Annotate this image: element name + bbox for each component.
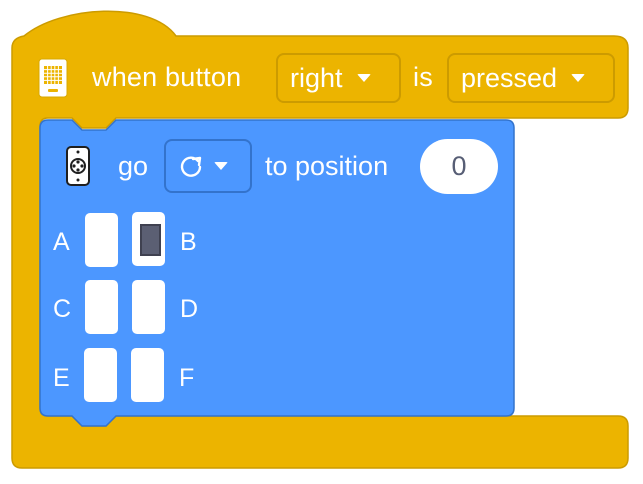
port-label-b: B (180, 228, 197, 256)
chevron-down-icon (214, 162, 228, 170)
port-label-a: A (53, 228, 70, 256)
position-value: 0 (451, 151, 467, 181)
clockwise-arrow-icon (178, 153, 204, 179)
port-b-selected-indicator (140, 224, 161, 256)
position-input[interactable]: 0 (420, 139, 498, 194)
port-label-e: E (53, 364, 70, 392)
port-e-toggle[interactable] (84, 348, 117, 402)
port-d-toggle[interactable] (132, 280, 165, 334)
port-b-toggle[interactable] (132, 212, 165, 266)
motor-icon (66, 146, 90, 186)
port-c-toggle[interactable] (85, 280, 118, 334)
port-label-c: C (53, 295, 72, 323)
port-a-toggle[interactable] (85, 213, 118, 267)
port-label-f: F (179, 364, 195, 392)
go-label: go (118, 151, 149, 181)
port-label-d: D (180, 295, 199, 323)
direction-dropdown[interactable] (164, 139, 252, 193)
to-position-label: to position (265, 151, 389, 181)
port-f-toggle[interactable] (131, 348, 164, 402)
